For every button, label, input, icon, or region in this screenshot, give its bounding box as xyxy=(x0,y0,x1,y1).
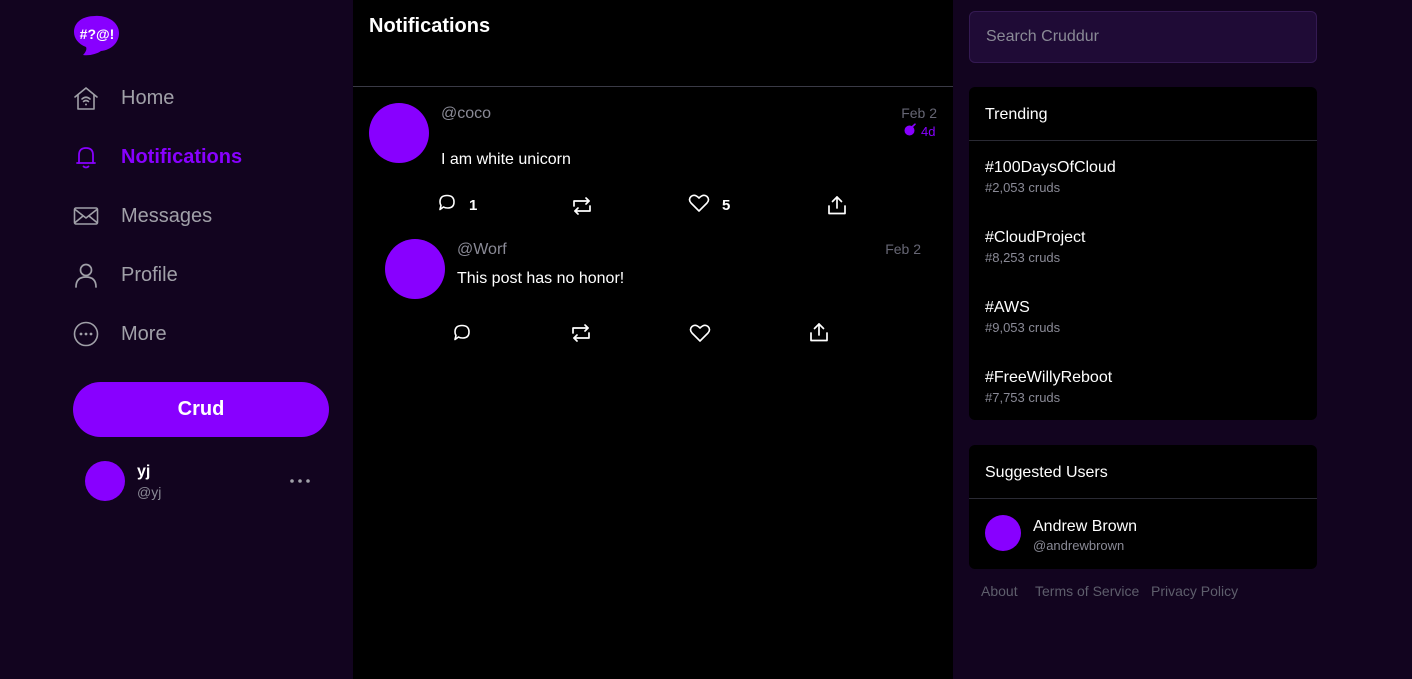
trending-tag: #FreeWillyReboot xyxy=(985,369,1113,386)
notifications-feed xyxy=(353,0,953,679)
activity-avatar[interactable] xyxy=(369,103,429,163)
trending-item[interactable]: #100DaysOfCloud #2,053 cruds xyxy=(985,159,1116,195)
current-user-avatar[interactable] xyxy=(85,461,125,501)
activity-date: Feb 2 xyxy=(901,105,937,121)
user-icon xyxy=(73,262,99,288)
bell-icon xyxy=(73,144,99,170)
reply-icon xyxy=(437,193,457,218)
trending-tag: #AWS xyxy=(985,299,1030,316)
trending-count: #9,053 cruds xyxy=(985,320,1061,335)
trending-item[interactable]: #FreeWillyReboot #7,753 cruds xyxy=(985,369,1112,405)
user-menu-ellipsis-icon[interactable] xyxy=(289,472,311,490)
trending-count: #7,753 cruds xyxy=(985,390,1061,405)
nav-item-notifications[interactable]: Notifications xyxy=(73,137,242,177)
logo-text: #?@! xyxy=(80,26,115,42)
trending-title: Trending xyxy=(985,106,1048,123)
reply-button[interactable]: 1 xyxy=(437,193,477,218)
share-icon xyxy=(808,321,830,348)
nav-item-more[interactable]: More xyxy=(73,314,167,354)
current-user-handle: @yj xyxy=(137,484,162,500)
like-button[interactable]: 5 xyxy=(688,193,730,218)
nav-label-profile: Profile xyxy=(121,263,178,286)
more-circle-icon xyxy=(73,321,99,347)
footer-link-terms[interactable]: Terms of Service xyxy=(1035,583,1139,599)
page-title: Notifications xyxy=(369,15,491,37)
trending-count: #2,053 cruds xyxy=(985,180,1061,195)
nav-item-home[interactable]: Home xyxy=(73,78,174,118)
activity-avatar[interactable] xyxy=(385,239,445,299)
nav-label-notifications: Notifications xyxy=(121,145,243,168)
suggested-user-avatar[interactable] xyxy=(985,515,1021,551)
cruddur-logo[interactable]: #?@! xyxy=(73,14,121,56)
bomb-icon xyxy=(903,123,917,140)
heart-icon xyxy=(689,323,711,348)
trending-item[interactable]: #AWS #9,053 cruds xyxy=(985,299,1060,335)
activity-handle[interactable]: @Worf xyxy=(457,241,507,259)
feed-header-divider xyxy=(353,86,953,87)
share-button[interactable] xyxy=(826,194,848,221)
nav-label-home: Home xyxy=(121,86,175,109)
envelope-icon xyxy=(73,203,99,229)
suggested-user-name[interactable]: Andrew Brown xyxy=(1033,518,1137,536)
search-input[interactable] xyxy=(969,11,1317,63)
trending-count: #8,253 cruds xyxy=(985,250,1061,265)
nav-label-more: More xyxy=(121,322,167,345)
trending-tag: #CloudProject xyxy=(985,229,1086,246)
reply-count: 1 xyxy=(469,197,478,214)
activity-message: This post has no honor! xyxy=(457,270,625,287)
repost-button[interactable] xyxy=(571,195,593,222)
footer-link-privacy[interactable]: Privacy Policy xyxy=(1151,583,1238,599)
nav-label-messages: Messages xyxy=(121,204,213,227)
trending-tag: #100DaysOfCloud xyxy=(985,159,1116,176)
suggested-user-handle: @andrewbrown xyxy=(1033,538,1125,553)
crud-button[interactable]: Crud xyxy=(73,382,329,437)
trending-divider xyxy=(969,140,1317,141)
current-user-name: yj xyxy=(137,463,151,480)
home-icon xyxy=(73,85,99,111)
like-button[interactable] xyxy=(689,323,711,348)
like-count: 5 xyxy=(722,197,731,214)
activity-expiry-text: 4d xyxy=(921,124,936,139)
nav-item-profile[interactable]: Profile xyxy=(73,255,178,295)
share-button[interactable] xyxy=(808,321,830,348)
trending-item[interactable]: #CloudProject #8,253 cruds xyxy=(985,229,1086,265)
activity-expiry: 4d xyxy=(903,123,935,140)
suggested-users-title: Suggested Users xyxy=(985,464,1108,481)
reply-icon xyxy=(452,323,472,348)
suggested-users-divider xyxy=(969,498,1317,499)
activity-message: I am white unicorn xyxy=(441,151,571,168)
repost-icon xyxy=(571,195,593,222)
repost-button[interactable] xyxy=(570,322,592,349)
nav-item-messages[interactable]: Messages xyxy=(73,196,212,236)
heart-icon xyxy=(688,193,710,218)
repost-icon xyxy=(570,322,592,349)
activity-date: Feb 2 xyxy=(885,241,921,257)
activity-handle[interactable]: @coco xyxy=(441,105,491,123)
reply-button[interactable] xyxy=(452,323,472,348)
share-icon xyxy=(826,194,848,221)
footer-link-about[interactable]: About xyxy=(981,583,1018,599)
